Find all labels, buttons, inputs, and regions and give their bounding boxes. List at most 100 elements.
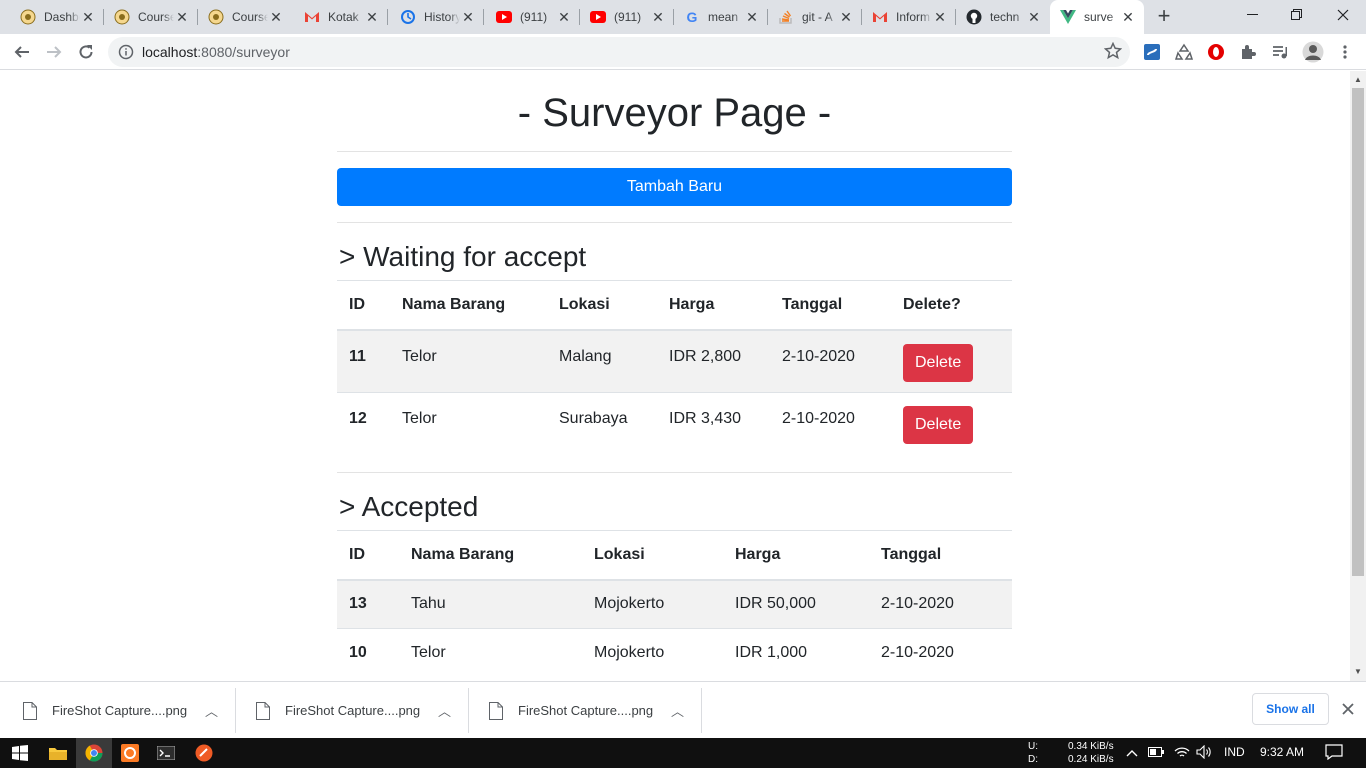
close-icon[interactable]: ✕ [80, 9, 96, 25]
chrome-taskbar-icon[interactable] [76, 738, 112, 768]
forward-arrow-icon[interactable] [40, 38, 68, 66]
terminal-taskbar-icon[interactable] [148, 738, 184, 768]
tab-youtube-2[interactable]: (911) ✕ [580, 0, 674, 34]
close-icon[interactable]: ✕ [1120, 9, 1136, 25]
tab-stackoverflow[interactable]: git - A ✕ [768, 0, 862, 34]
info-icon[interactable] [118, 44, 134, 65]
network-speed: U: 0.34 KiB/s D: 0.24 KiB/s [1028, 740, 1114, 766]
close-icon[interactable]: ✕ [364, 9, 380, 25]
file-explorer-icon[interactable] [40, 738, 76, 768]
wifi-icon[interactable] [1174, 744, 1190, 761]
download-speed: 0.24 KiB/s [1068, 754, 1114, 765]
chevron-up-tray-icon[interactable] [1126, 746, 1138, 760]
close-icon[interactable]: ✕ [744, 9, 760, 25]
recycle-extension-icon[interactable] [1175, 43, 1193, 61]
tab-surveyor[interactable]: surve ✕ [1050, 0, 1144, 34]
chevron-up-icon[interactable]: ︿ [205, 701, 235, 720]
tab-separator [387, 9, 388, 25]
screen-capture-extension-icon[interactable] [1143, 43, 1161, 61]
delete-button[interactable]: Delete [903, 343, 974, 382]
tab-github[interactable]: techn ✕ [956, 0, 1050, 34]
media-control-icon[interactable] [1271, 43, 1289, 61]
chevron-up-icon[interactable]: ︿ [671, 701, 701, 720]
chevron-up-icon[interactable]: ︿ [438, 701, 468, 720]
tab-title: (911) [614, 10, 642, 24]
extensions-puzzle-icon[interactable] [1239, 43, 1257, 61]
tanggal-cell: 2-10-2020 [782, 347, 855, 365]
volume-icon[interactable] [1196, 744, 1212, 762]
url-text: localhost:8080/surveyor [142, 44, 290, 60]
download-label: D: [1028, 754, 1038, 765]
close-icon[interactable]: ✕ [556, 9, 572, 25]
browser-toolbar: localhost:8080/surveyor [0, 34, 1366, 70]
close-icon[interactable]: ✕ [460, 9, 476, 25]
table-header-row: ID Nama Barang Lokasi Harga Tanggal [337, 530, 1012, 581]
scrollbar-thumb[interactable] [1352, 88, 1364, 576]
notification-icon[interactable] [1325, 744, 1343, 763]
harga-cell: IDR 2,800 [669, 347, 742, 365]
youtube-icon [590, 9, 606, 25]
postman-taskbar-icon[interactable] [186, 738, 222, 768]
chrome-menu-icon[interactable] [1336, 43, 1354, 61]
reload-icon[interactable] [72, 38, 100, 66]
windows-start-icon[interactable] [2, 738, 38, 768]
bookmark-star-icon[interactable] [1103, 41, 1123, 65]
scroll-down-icon[interactable]: ▼ [1354, 667, 1362, 676]
tab-strip: Dashboard ✕ Course ✕ Course ✕ Kotak ✕ Hi… [0, 0, 1366, 34]
column-header: Harga [657, 280, 770, 331]
download-item[interactable]: FireShot Capture....png ︿ [236, 688, 469, 733]
clock[interactable]: 9:32 AM [1260, 745, 1304, 759]
table-row: 11 Telor Malang IDR 2,800 2-10-2020 Dele… [337, 329, 1012, 393]
upload-label: U: [1028, 741, 1038, 752]
gmail-icon [304, 9, 320, 25]
close-icon[interactable]: ✕ [650, 9, 666, 25]
tab-gmail-inform[interactable]: Inform ✕ [862, 0, 956, 34]
tab-course-2[interactable]: Course ✕ [198, 0, 292, 34]
nama-barang-cell: Tahu [411, 595, 446, 613]
input-language[interactable]: IND [1224, 745, 1245, 759]
download-item[interactable]: FireShot Capture....png ︿ [469, 688, 702, 733]
close-icon[interactable]: ✕ [838, 9, 854, 25]
close-icon[interactable]: ✕ [268, 9, 284, 25]
waiting-table: ID Nama Barang Lokasi Harga Tanggal Dele… [337, 280, 1012, 456]
divider [337, 222, 1012, 223]
tambah-baru-button[interactable]: Tambah Baru [337, 168, 1012, 206]
scroll-up-icon[interactable]: ▲ [1354, 75, 1362, 84]
address-bar[interactable]: localhost:8080/surveyor [108, 37, 1130, 67]
minimize-icon[interactable] [1230, 0, 1276, 30]
download-filename: FireShot Capture....png [518, 703, 654, 718]
tab-dashboard[interactable]: Dashboard ✕ [10, 0, 104, 34]
new-tab-button[interactable]: + [1152, 5, 1176, 29]
file-icon [489, 701, 503, 720]
download-item[interactable]: FireShot Capture....png ︿ [3, 688, 236, 733]
downloads-bar: FireShot Capture....png ︿ FireShot Captu… [0, 681, 1366, 738]
page-title: - Surveyor Page - [517, 91, 832, 135]
tab-title: (911) [520, 10, 548, 24]
tab-history[interactable]: History ✕ [390, 0, 484, 34]
close-icon[interactable]: ✕ [1026, 9, 1042, 25]
tab-youtube-1[interactable]: (911) ✕ [486, 0, 580, 34]
close-downloads-icon[interactable] [1338, 699, 1358, 719]
column-header: Tanggal [770, 280, 891, 331]
show-all-button[interactable]: Show all [1252, 693, 1329, 725]
close-window-icon[interactable] [1320, 0, 1366, 30]
url-host: localhost [142, 44, 198, 60]
profile-avatar[interactable] [1302, 41, 1324, 63]
opera-extension-icon[interactable] [1207, 43, 1225, 61]
tab-title: Kotak [328, 10, 359, 24]
delete-button[interactable]: Delete [903, 406, 974, 444]
windows-taskbar: U: 0.34 KiB/s D: 0.24 KiB/s IND 9:32 AM [0, 738, 1366, 768]
back-arrow-icon[interactable] [8, 38, 36, 66]
tab-gmail-kotak[interactable]: Kotak ✕ [294, 0, 388, 34]
battery-icon[interactable] [1148, 746, 1164, 760]
page-scrollbar[interactable]: ▲ ▼ [1350, 71, 1366, 681]
close-icon[interactable]: ✕ [174, 9, 190, 25]
close-icon[interactable]: ✕ [932, 9, 948, 25]
download-filename: FireShot Capture....png [52, 703, 188, 718]
gmail-icon [872, 9, 888, 25]
xampp-taskbar-icon[interactable] [112, 738, 148, 768]
tab-google[interactable]: G mean ✕ [674, 0, 768, 34]
tab-course-1[interactable]: Course ✕ [104, 0, 198, 34]
restore-icon[interactable] [1274, 0, 1320, 30]
vue-icon [1060, 9, 1076, 25]
